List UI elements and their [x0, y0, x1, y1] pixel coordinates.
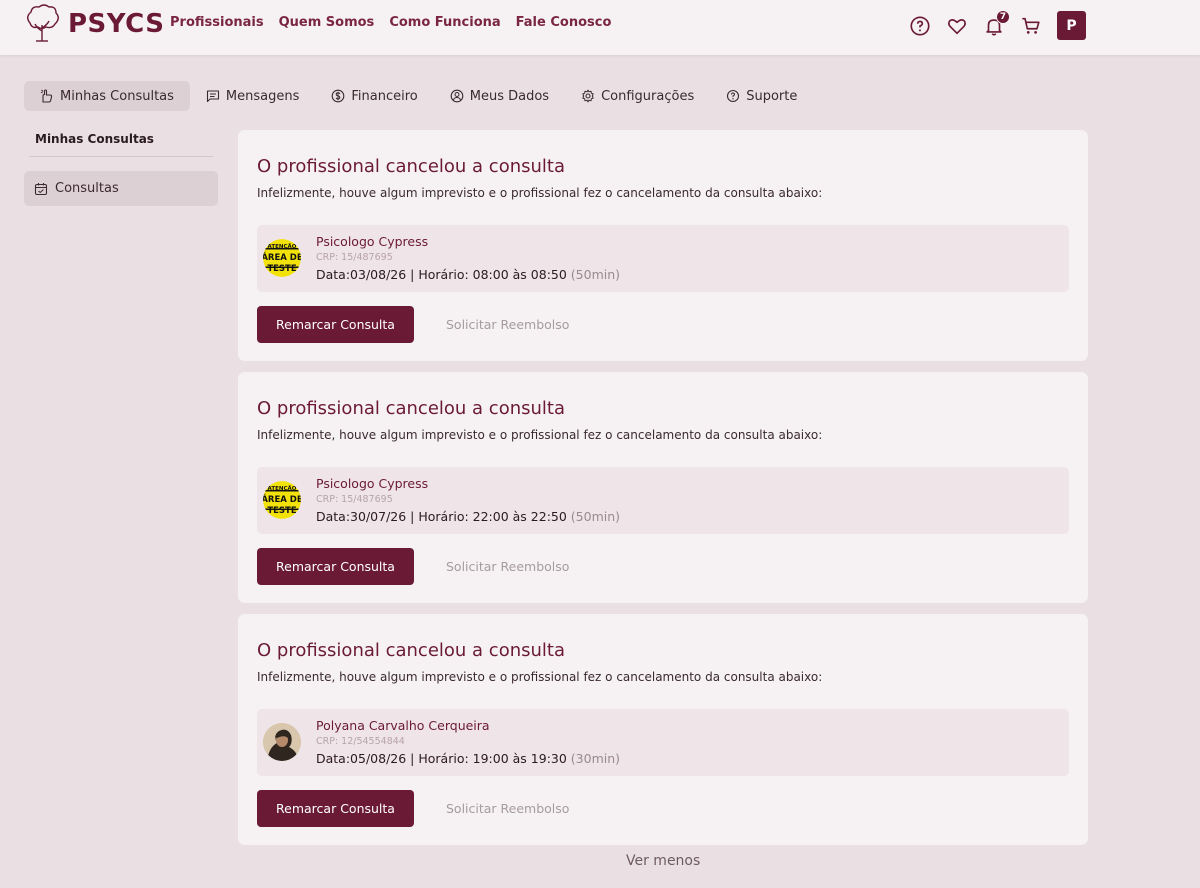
sidebar-item-label: Consultas [55, 181, 119, 196]
help-icon [727, 89, 740, 103]
professional-name[interactable]: Psicologo Cypress [316, 234, 428, 249]
sidebar: Minhas Consultas Consultas [24, 130, 218, 206]
reschedule-button[interactable]: Remarcar Consulta [257, 548, 414, 585]
cart-icon [1022, 17, 1040, 34]
appointment-details: ATENÇÃO ÁREA DE TESTE Psicologo Cypress … [257, 225, 1069, 292]
tab-minhas-consultas[interactable]: Minhas Consultas [24, 81, 190, 111]
tab-label: Mensagens [225, 88, 300, 104]
dollar-icon [332, 89, 345, 103]
account-tabs: Minhas Consultas Mensagens Financeiro Me… [24, 81, 813, 111]
card-title: O profissional cancelou a consulta [257, 398, 565, 419]
datetime-text: Data:05/08/26 | Horário: 19:00 às 19:30 [316, 751, 567, 766]
user-avatar-button[interactable]: P [1057, 11, 1086, 40]
tab-label: Minhas Consultas [60, 88, 174, 104]
cancelled-appointment-card: O profissional cancelou a consulta Infel… [238, 130, 1088, 361]
avatar-text-line: ATENÇÃO [268, 243, 297, 250]
nav-quem-somos[interactable]: Quem Somos [279, 15, 375, 30]
tree-logo-icon [27, 4, 59, 42]
nav-como-funciona[interactable]: Como Funciona [389, 15, 500, 30]
nav-profissionais[interactable]: Profissionais [170, 15, 264, 30]
datetime-text: Data:03/08/26 | Horário: 08:00 às 08:50 [316, 267, 567, 282]
person-photo-icon [263, 723, 301, 761]
card-subtitle: Infelizmente, houve algum imprevisto e o… [257, 428, 823, 442]
cancelled-appointment-card: O profissional cancelou a consulta Infel… [238, 614, 1088, 845]
nav-fale-conosco[interactable]: Fale Conosco [516, 15, 612, 30]
card-title: O profissional cancelou a consulta [257, 156, 565, 177]
professional-crp: CRP: 15/487695 [316, 252, 393, 263]
request-refund-link[interactable]: Solicitar Reembolso [446, 559, 569, 574]
help-icon [910, 15, 930, 36]
card-subtitle: Infelizmente, houve algum imprevisto e o… [257, 670, 823, 684]
hand-icon [40, 89, 53, 103]
duration-text: (50min) [570, 267, 621, 282]
tab-financeiro[interactable]: Financeiro [315, 81, 433, 111]
duration-text: (30min) [570, 751, 621, 766]
cart-button[interactable] [1019, 14, 1043, 38]
tab-label: Suporte [746, 88, 798, 104]
brand-name: PSYCS [68, 9, 165, 39]
chat-icon [206, 90, 219, 103]
heart-icon [948, 18, 966, 34]
sidebar-title: Minhas Consultas [29, 130, 213, 157]
request-refund-link[interactable]: Solicitar Reembolso [446, 317, 569, 332]
appointment-datetime: Data:05/08/26 | Horário: 19:00 às 19:30 … [316, 751, 620, 766]
professional-avatar [263, 723, 301, 761]
show-less-link[interactable]: Ver menos [626, 853, 700, 869]
reschedule-button[interactable]: Remarcar Consulta [257, 306, 414, 343]
datetime-text: Data:30/07/26 | Horário: 22:00 às 22:50 [316, 509, 567, 524]
avatar-text-line: ÁREA DE [263, 493, 301, 505]
tab-label: Configurações [601, 88, 695, 104]
professional-avatar: ATENÇÃO ÁREA DE TESTE [263, 239, 301, 277]
notifications-button[interactable]: 7 [982, 9, 1010, 38]
card-title: O profissional cancelou a consulta [257, 640, 565, 661]
avatar-text-line: ATENÇÃO [268, 485, 297, 492]
tab-meus-dados[interactable]: Meus Dados [434, 81, 565, 111]
cancelled-appointment-card: O profissional cancelou a consulta Infel… [238, 372, 1088, 603]
logo[interactable]: PSYCS [22, 3, 164, 45]
avatar-text-line: ÁREA DE [263, 251, 301, 263]
appointment-datetime: Data:30/07/26 | Horário: 22:00 às 22:50 … [316, 509, 620, 524]
notification-badge: 7 [996, 9, 1010, 24]
tab-suporte[interactable]: Suporte [710, 81, 813, 111]
avatar-text-line: TESTE [267, 506, 297, 516]
appointment-datetime: Data:03/08/26 | Horário: 08:00 às 08:50 … [316, 267, 620, 282]
appointments-list: O profissional cancelou a consulta Infel… [238, 130, 1088, 856]
reschedule-button[interactable]: Remarcar Consulta [257, 790, 414, 827]
professional-name[interactable]: Psicologo Cypress [316, 476, 428, 491]
main-nav: Profissionais Quem Somos Como Funciona F… [170, 15, 611, 30]
help-button[interactable] [908, 14, 932, 38]
professional-crp: CRP: 12/54554844 [316, 736, 405, 747]
tab-label: Financeiro [351, 88, 418, 104]
warning-sign-avatar-icon: ATENÇÃO ÁREA DE TESTE [263, 239, 301, 277]
user-icon [450, 89, 464, 103]
favorites-button[interactable] [945, 14, 969, 38]
warning-sign-avatar-icon: ATENÇÃO ÁREA DE TESTE [263, 481, 301, 519]
top-header: PSYCS Profissionais Quem Somos Como Func… [0, 0, 1200, 55]
tab-label: Meus Dados [469, 88, 550, 104]
avatar-text-line: TESTE [267, 264, 297, 274]
tab-mensagens[interactable]: Mensagens [190, 81, 315, 111]
calendar-icon [34, 182, 48, 195]
professional-crp: CRP: 15/487695 [316, 494, 393, 505]
gear-icon [582, 89, 594, 103]
sidebar-item-consultas[interactable]: Consultas [24, 171, 218, 206]
request-refund-link[interactable]: Solicitar Reembolso [446, 801, 569, 816]
card-subtitle: Infelizmente, houve algum imprevisto e o… [257, 186, 823, 200]
appointment-details: Polyana Carvalho Cerqueira CRP: 12/54554… [257, 709, 1069, 776]
appointment-details: ATENÇÃO ÁREA DE TESTE Psicologo Cypress … [257, 467, 1069, 534]
duration-text: (50min) [570, 509, 621, 524]
professional-name[interactable]: Polyana Carvalho Cerqueira [316, 718, 490, 733]
tab-configuracoes[interactable]: Configurações [565, 81, 710, 111]
professional-avatar: ATENÇÃO ÁREA DE TESTE [263, 481, 301, 519]
header-actions: 7 P [908, 9, 1086, 40]
